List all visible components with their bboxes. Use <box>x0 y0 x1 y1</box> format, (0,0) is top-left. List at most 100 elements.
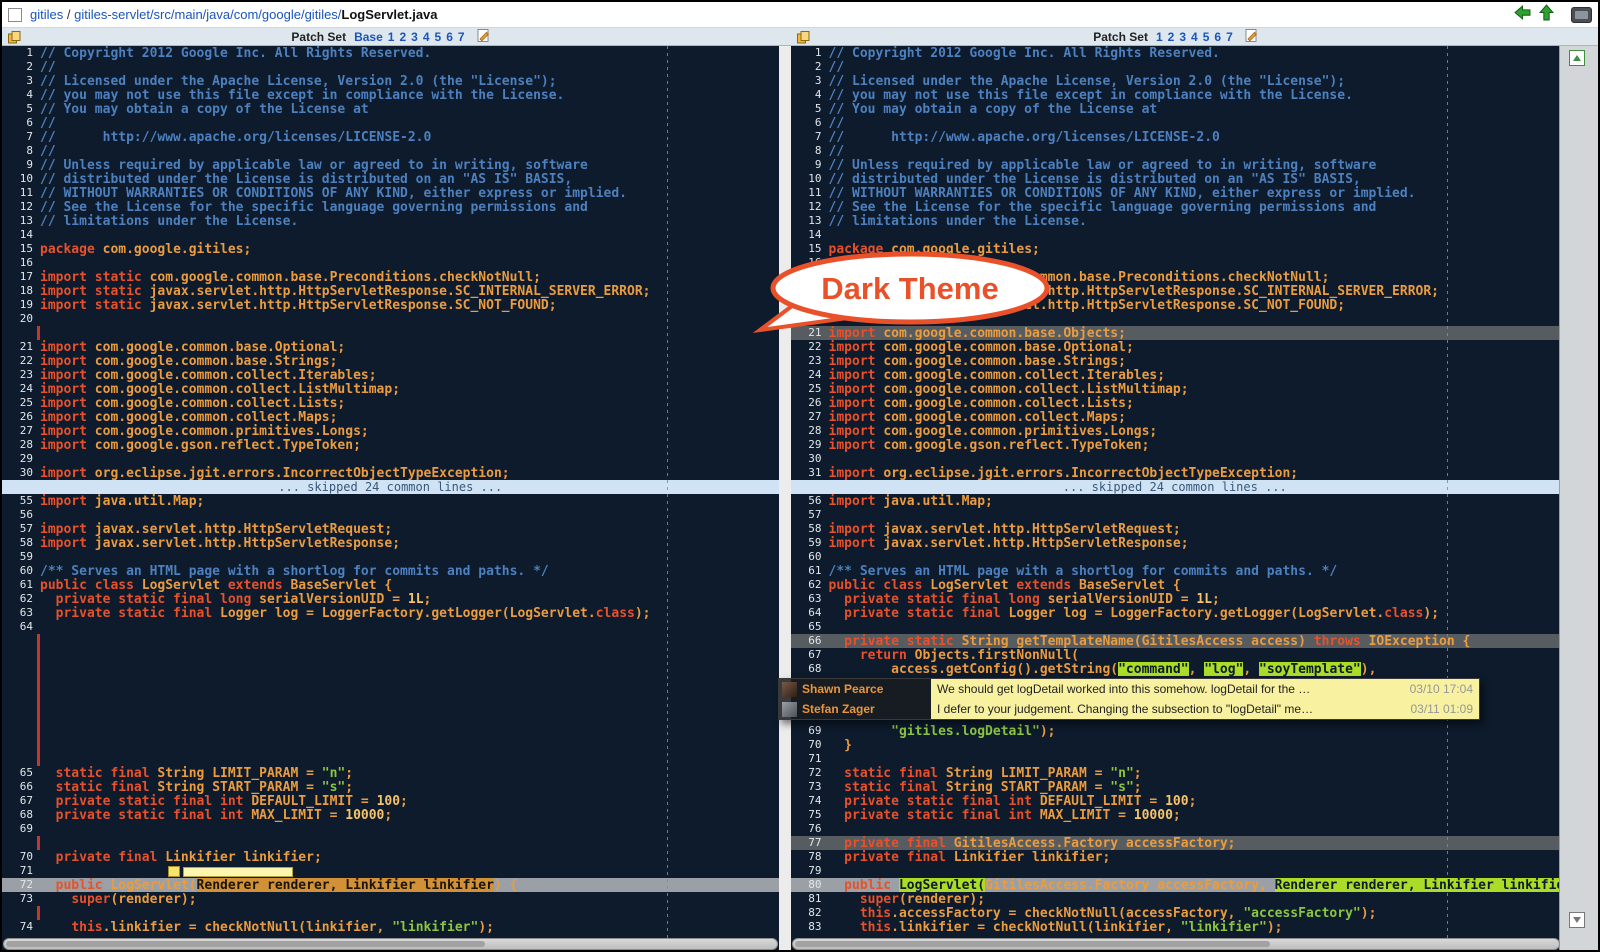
line-number[interactable]: 81 <box>791 892 829 906</box>
patchset-link[interactable]: 4 <box>423 30 430 44</box>
patchset-link[interactable]: Base <box>354 30 383 44</box>
line-number[interactable]: 76 <box>791 822 829 836</box>
line-number[interactable]: 61 <box>791 564 829 578</box>
line-number[interactable]: 12 <box>791 200 829 214</box>
line-number[interactable]: 17 <box>791 270 829 284</box>
line-number[interactable]: 1 <box>791 46 829 60</box>
line-number[interactable]: 74 <box>2 920 40 934</box>
line-number[interactable]: 16 <box>2 256 40 270</box>
line-number[interactable]: 63 <box>2 606 40 620</box>
line-number[interactable]: 73 <box>2 892 40 906</box>
line-number[interactable]: 28 <box>2 438 40 452</box>
line-number[interactable]: 11 <box>2 186 40 200</box>
line-number[interactable]: 57 <box>2 522 40 536</box>
line-number[interactable]: 14 <box>2 228 40 242</box>
line-number[interactable]: 69 <box>2 822 40 836</box>
line-number[interactable]: 67 <box>791 648 829 662</box>
line-number[interactable]: 21 <box>791 326 829 340</box>
line-number[interactable]: 67 <box>2 794 40 808</box>
line-number[interactable]: 11 <box>791 186 829 200</box>
line-number[interactable]: 55 <box>2 494 40 508</box>
line-number[interactable]: 2 <box>2 60 40 74</box>
patchset-link[interactable]: 3 <box>411 30 418 44</box>
line-number[interactable]: 1 <box>2 46 40 60</box>
line-number[interactable] <box>2 662 40 676</box>
line-number[interactable]: 25 <box>791 382 829 396</box>
line-number[interactable]: 8 <box>2 144 40 158</box>
line-number[interactable]: 31 <box>791 466 829 480</box>
line-number[interactable]: 16 <box>791 256 829 270</box>
file-reviewed-checkbox[interactable] <box>8 8 22 22</box>
edit-file-icon[interactable] <box>1244 28 1258 45</box>
patchset-link[interactable]: 1 <box>388 30 395 44</box>
line-number[interactable]: 4 <box>2 88 40 102</box>
line-number[interactable]: 3 <box>2 74 40 88</box>
line-number[interactable]: 62 <box>2 592 40 606</box>
line-number[interactable]: 2 <box>791 60 829 74</box>
line-number[interactable]: 64 <box>2 620 40 634</box>
up-to-change-icon[interactable] <box>1538 4 1555 26</box>
scrollbar-thumb[interactable] <box>795 941 1270 947</box>
skipped-lines-link[interactable]: ... skipped 24 common lines ... <box>791 480 1560 494</box>
line-number[interactable]: 73 <box>791 780 829 794</box>
line-number[interactable]: 10 <box>791 172 829 186</box>
line-number[interactable]: 71 <box>791 752 829 766</box>
line-number[interactable] <box>2 634 40 648</box>
line-number[interactable]: 63 <box>791 592 829 606</box>
line-number[interactable]: 20 <box>2 312 40 326</box>
line-number[interactable]: 64 <box>791 606 829 620</box>
previous-file-icon[interactable] <box>1514 4 1531 26</box>
line-number[interactable]: 24 <box>2 382 40 396</box>
line-number[interactable]: 27 <box>791 410 829 424</box>
line-number[interactable]: 29 <box>791 438 829 452</box>
line-number[interactable]: 77 <box>791 836 829 850</box>
line-number[interactable]: 27 <box>2 424 40 438</box>
line-number[interactable]: 19 <box>791 298 829 312</box>
line-number[interactable]: 23 <box>2 368 40 382</box>
line-number[interactable]: 6 <box>2 116 40 130</box>
line-number[interactable]: 68 <box>791 662 829 676</box>
line-number[interactable] <box>2 752 40 766</box>
line-number[interactable]: 13 <box>2 214 40 228</box>
line-number[interactable]: 26 <box>791 396 829 410</box>
line-number[interactable] <box>2 738 40 752</box>
patchset-link[interactable]: 2 <box>399 30 406 44</box>
line-number[interactable]: 9 <box>2 158 40 172</box>
line-number[interactable]: 56 <box>2 508 40 522</box>
line-number[interactable]: 79 <box>791 864 829 878</box>
line-number[interactable]: 22 <box>2 354 40 368</box>
line-number[interactable]: 65 <box>791 620 829 634</box>
line-number[interactable]: 66 <box>2 780 40 794</box>
line-number[interactable] <box>2 648 40 662</box>
line-number[interactable]: 18 <box>791 284 829 298</box>
line-number[interactable]: 30 <box>791 452 829 466</box>
line-number[interactable]: 68 <box>2 808 40 822</box>
line-number[interactable]: 19 <box>2 298 40 312</box>
line-number[interactable]: 72 <box>791 766 829 780</box>
line-number[interactable]: 22 <box>791 340 829 354</box>
line-number[interactable] <box>2 326 40 340</box>
horizontal-scrollbar-left[interactable] <box>3 938 778 950</box>
line-number[interactable]: 10 <box>2 172 40 186</box>
line-number[interactable]: 28 <box>791 424 829 438</box>
app-window-icon[interactable] <box>1571 7 1592 23</box>
line-number[interactable] <box>2 676 40 724</box>
breadcrumb-link[interactable]: gitiles <box>30 7 63 22</box>
line-number[interactable]: 58 <box>791 522 829 536</box>
line-number[interactable]: 14 <box>791 228 829 242</box>
line-number[interactable]: 75 <box>791 808 829 822</box>
line-number[interactable]: 5 <box>2 102 40 116</box>
line-number[interactable]: 57 <box>791 508 829 522</box>
scrollbar-thumb[interactable] <box>6 941 485 947</box>
patchset-link[interactable]: 2 <box>1168 30 1175 44</box>
line-number[interactable]: 25 <box>2 396 40 410</box>
line-number[interactable]: 80 <box>791 878 829 892</box>
line-number[interactable] <box>2 724 40 738</box>
line-number[interactable]: 7 <box>2 130 40 144</box>
patchset-link[interactable]: 3 <box>1179 30 1186 44</box>
line-number[interactable]: 71 <box>2 864 40 878</box>
line-number[interactable]: 82 <box>791 906 829 920</box>
patchset-link[interactable]: 7 <box>458 30 465 44</box>
patchset-link[interactable]: 6 <box>446 30 453 44</box>
file-pages-icon[interactable] <box>7 30 21 47</box>
